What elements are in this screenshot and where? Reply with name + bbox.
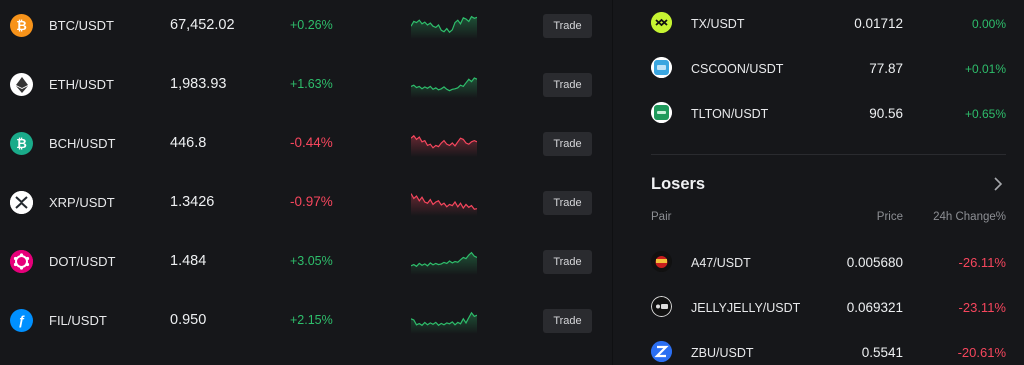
sparkline-chart	[411, 77, 477, 98]
market-row-fil[interactable]: ƒ FIL/USDT 0.950 +2.15% Trade	[0, 295, 612, 354]
pair-name: FIL/USDT	[49, 313, 107, 328]
loser-row[interactable]: A47/USDT 0.005680 -26.11%	[613, 242, 1024, 282]
pair-name: ETH/USDT	[49, 77, 114, 92]
zbu-icon	[651, 341, 672, 362]
last-price: 90.56	[869, 106, 903, 121]
change-percent: +0.26%	[290, 18, 333, 32]
eth-icon	[10, 73, 33, 96]
sparkline-chart	[411, 15, 477, 39]
pair-name: DOT/USDT	[49, 254, 116, 269]
change-percent: -20.61%	[957, 345, 1006, 360]
change-percent: +0.01%	[964, 62, 1006, 76]
last-price: 1.484	[170, 253, 207, 269]
pair-name: XRP/USDT	[49, 195, 115, 210]
xrp-icon	[10, 191, 33, 214]
last-price: 1.3426	[170, 194, 215, 210]
column-header-change: 24h Change%	[933, 211, 1006, 223]
market-row-dot[interactable]: DOT/USDT 1.484 +3.05% Trade	[0, 236, 612, 295]
trade-button[interactable]: Trade	[543, 132, 592, 156]
change-percent: +3.05%	[290, 254, 333, 268]
last-price: 0.950	[170, 312, 207, 328]
market-row-btc[interactable]: ₿ BTC/USDT 67,452.02 +0.26% Trade	[0, 0, 612, 59]
gainer-row[interactable]: TLTON/USDT 90.56 +0.65%	[613, 93, 1024, 133]
sparkline-chart	[411, 134, 477, 157]
last-price: 446.8	[170, 135, 207, 151]
tx-icon	[651, 12, 672, 33]
trade-button[interactable]: Trade	[543, 309, 592, 333]
loser-row[interactable]: JELLYJELLY/USDT 0.069321 -23.11%	[613, 287, 1024, 327]
pair-name: JELLYJELLY/USDT	[691, 301, 801, 315]
trade-button[interactable]: Trade	[543, 73, 592, 97]
trade-button[interactable]: Trade	[543, 191, 592, 215]
sparkline-chart	[411, 251, 477, 275]
trade-button[interactable]: Trade	[543, 250, 592, 274]
pair-name: BCH/USDT	[49, 136, 116, 151]
trade-button[interactable]: Trade	[543, 14, 592, 38]
change-percent: +1.63%	[290, 77, 333, 91]
movers-panel: TX/USDT 0.01712 0.00% CSCOON/USDT 77.87 …	[613, 0, 1024, 365]
section-divider	[651, 154, 1006, 155]
change-percent: -26.11%	[958, 255, 1006, 270]
gainer-row[interactable]: CSCOON/USDT 77.87 +0.01%	[613, 48, 1024, 88]
last-price: 0.069321	[846, 300, 903, 315]
pair-name: BTC/USDT	[49, 18, 114, 33]
pair-name: ZBU/USDT	[691, 346, 754, 360]
last-price: 77.87	[869, 61, 903, 76]
last-price: 67,452.02	[170, 17, 235, 33]
a47-icon	[651, 251, 672, 272]
change-percent: -23.11%	[958, 300, 1006, 315]
btc-icon: ₿	[10, 14, 33, 37]
last-price: 0.01712	[854, 16, 903, 31]
market-row-eth[interactable]: ETH/USDT 1,983.93 +1.63% Trade	[0, 59, 612, 118]
gainer-row[interactable]: TX/USDT 0.01712 0.00%	[613, 3, 1024, 43]
pair-name: TX/USDT	[691, 17, 745, 31]
bch-icon: ₿	[10, 132, 33, 155]
fil-icon: ƒ	[10, 309, 33, 332]
market-row-bch[interactable]: ₿ BCH/USDT 446.8 -0.44% Trade	[0, 118, 612, 177]
column-header-price: Price	[876, 211, 903, 223]
change-percent: -0.97%	[290, 194, 333, 209]
cscoon-icon	[651, 57, 672, 78]
tlton-icon	[651, 102, 672, 123]
sparkline-chart	[411, 193, 477, 216]
market-list: ₿ BTC/USDT 67,452.02 +0.26% Trade ETH/US…	[0, 0, 612, 365]
chevron-right-icon[interactable]	[991, 176, 1005, 192]
change-percent: 0.00%	[971, 17, 1006, 31]
pair-name: CSCOON/USDT	[691, 62, 784, 76]
change-percent: +0.65%	[964, 107, 1006, 121]
market-row-xrp[interactable]: XRP/USDT 1.3426 -0.97% Trade	[0, 177, 612, 236]
losers-title: Losers	[651, 175, 706, 193]
sparkline-area	[411, 312, 477, 334]
last-price: 0.5541	[861, 345, 903, 360]
pair-name: TLTON/USDT	[691, 107, 769, 121]
sparkline-chart	[411, 311, 477, 334]
last-price: 1,983.93	[170, 76, 227, 92]
change-percent: -0.44%	[290, 135, 333, 150]
change-percent: +2.15%	[290, 313, 333, 327]
loser-row[interactable]: ZBU/USDT 0.5541 -20.61%	[613, 332, 1024, 365]
dot-icon	[10, 250, 33, 273]
last-price: 0.005680	[846, 255, 903, 270]
column-header-pair: Pair	[651, 211, 672, 223]
jellyjelly-icon	[651, 296, 672, 317]
pair-name: A47/USDT	[691, 256, 751, 270]
